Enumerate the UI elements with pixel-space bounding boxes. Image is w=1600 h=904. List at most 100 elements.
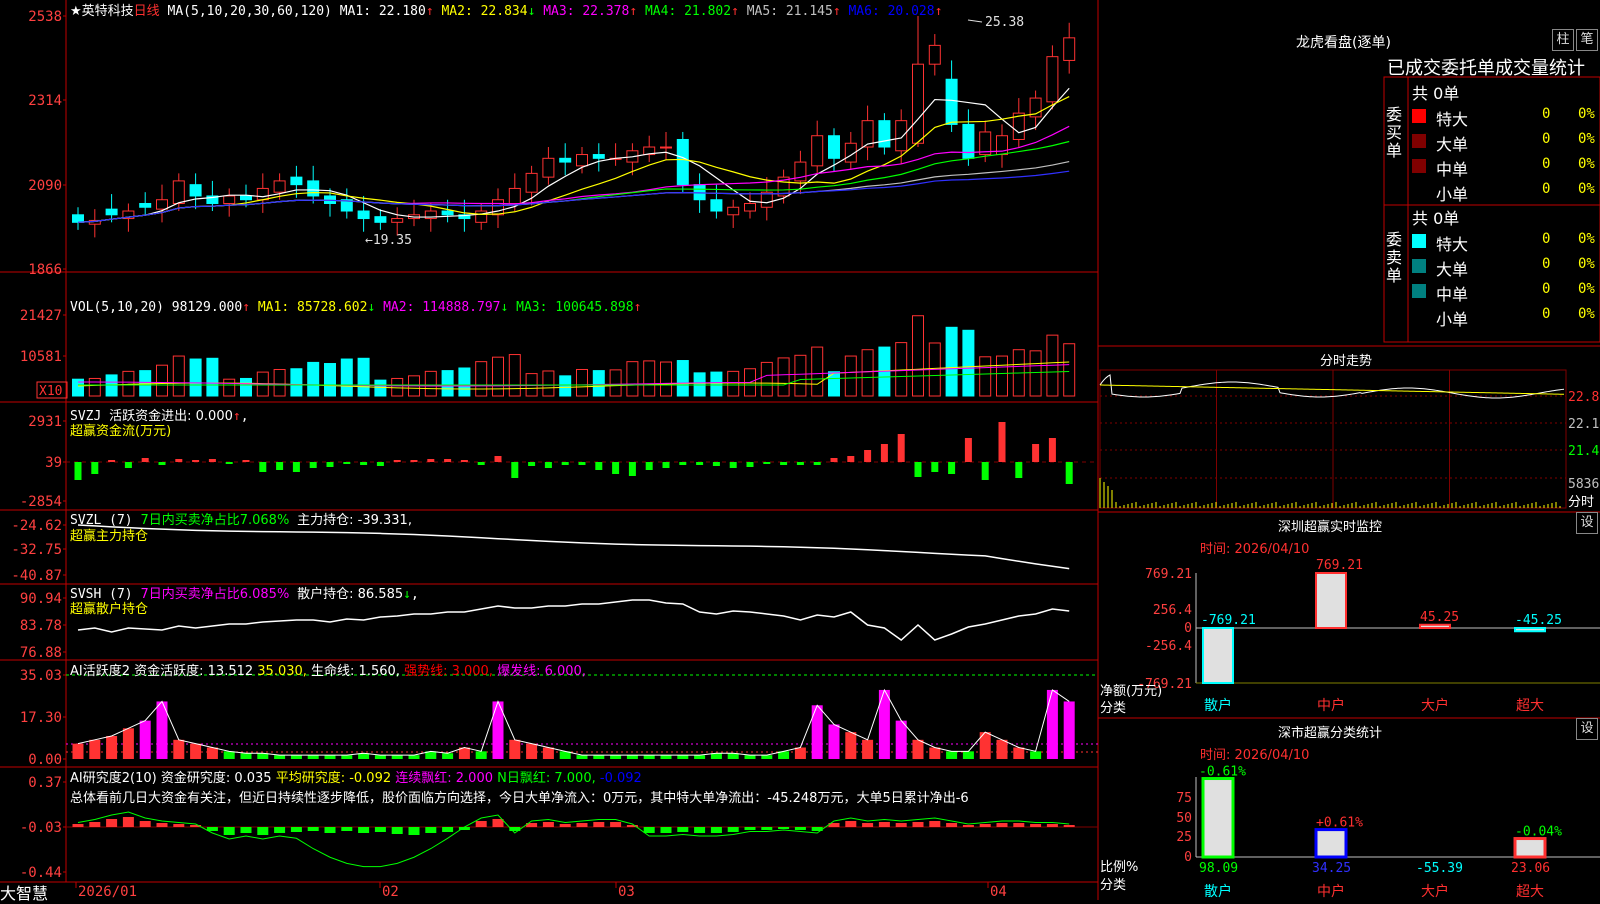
ai2-bar (996, 823, 1008, 827)
svzj-bar (108, 460, 116, 462)
ai2-bar (929, 821, 941, 827)
intraday-bottom-label: 分时 (1568, 495, 1594, 510)
ai1-value-2: 生命线: 1.560, (311, 664, 400, 679)
buy-count-2: 0 (1542, 156, 1551, 172)
sz-monitor-time: 时间: 2026/04/10 (1200, 542, 1310, 557)
sz-class-ytick-0: 75 (1176, 791, 1192, 806)
ma30-line (77, 140, 1070, 223)
svzj-bar (628, 462, 636, 476)
ai1-bar (526, 743, 538, 759)
ai2-line (77, 811, 1070, 868)
ai2-value-1: 平均研究度: -0.092 (275, 771, 392, 786)
svzj-bar (326, 462, 334, 467)
ai1-bar (1046, 689, 1058, 759)
volume-bar (794, 354, 807, 397)
ai2-ytick-0: 0.37 (28, 775, 62, 791)
sz-monitor-ytick-1: 256.4 (1153, 603, 1192, 618)
sz-monitor-bar-0 (1202, 627, 1234, 684)
candle-body (391, 218, 404, 223)
ai2-bar (878, 822, 890, 827)
ai2-bar (660, 827, 672, 833)
ai1-bar (240, 753, 252, 759)
ai1-bar (794, 747, 806, 759)
candle-body (508, 187, 521, 204)
ai2-bar (223, 827, 235, 835)
volume-bar (458, 367, 471, 397)
svzj-bar (410, 460, 418, 462)
main-ytick-3: 1866 (28, 262, 62, 278)
high-price-pointer (967, 19, 983, 23)
volume-bar (559, 375, 572, 397)
svzj-bar (964, 438, 972, 462)
intraday-ytick-0: 22.82 (1568, 390, 1600, 405)
sz-class-settings-button[interactable]: 设 (1576, 718, 1598, 740)
sz-class-ytick-2: 25 (1176, 830, 1192, 845)
main-ytick-1: 2314 (28, 93, 62, 109)
ai1-bar (845, 732, 857, 759)
svzj-bar (796, 462, 804, 465)
buy-pct-2: 0% (1578, 156, 1595, 172)
ai1-bar (576, 755, 588, 759)
sz-monitor-settings-button[interactable]: 设 (1576, 512, 1598, 534)
svzj-bar (595, 462, 603, 470)
buy-count-1: 0 (1542, 131, 1551, 147)
sz-class-value-1: 34.25 (1312, 861, 1351, 876)
vol-ytick-0: 21427 (20, 308, 62, 324)
ai2-bar (408, 827, 420, 835)
ai1-value-1: 35.030, (257, 664, 307, 679)
ai2-bar (492, 819, 504, 827)
sell-swatch-1 (1412, 259, 1426, 273)
sz-class-title: 深市超赢分类统计 (1278, 726, 1383, 741)
ai2-bar (593, 822, 605, 827)
svzj-bar (225, 462, 233, 464)
ai2-bar (106, 819, 118, 827)
main-ytick-2: 2090 (28, 178, 62, 194)
svzj-bar (74, 462, 82, 480)
volume-bar (172, 355, 185, 397)
ai1-title: AI活跃度2 (70, 664, 130, 679)
period-label[interactable]: 日线 (134, 4, 160, 19)
stock-name[interactable]: 英特科技 (82, 4, 134, 19)
ma-value-arrow-3: ↑ (731, 4, 739, 19)
ai1-bar (206, 747, 218, 759)
sz-class-value-0: 98.09 (1199, 861, 1238, 876)
ai1-bar (324, 755, 336, 759)
ai1-bar (862, 739, 874, 759)
svsh-ytick-0: 90.94 (20, 591, 62, 607)
sz-class-bar-1 (1314, 828, 1348, 859)
volume-bar (492, 356, 504, 397)
candle-body (542, 157, 555, 178)
column-view-button[interactable]: 柱 (1552, 29, 1574, 51)
volume-bar (441, 370, 454, 397)
ai1-legend: AI活跃度2 资金活跃度: 13.512 35.030, 生命线: 1.560,… (70, 660, 586, 679)
sz-monitor-ytick-0: 769.21 (1145, 567, 1192, 582)
buy-swatch-3 (1412, 184, 1426, 198)
sell-count-3: 0 (1542, 306, 1551, 322)
volume-bar (542, 370, 555, 397)
sell-swatch-2 (1412, 284, 1426, 298)
ai2-bar (89, 822, 101, 827)
volume-bar (996, 355, 1008, 397)
svzj-bar (746, 462, 754, 467)
svzj-bar (360, 462, 368, 465)
volume-bar (340, 358, 353, 397)
ai2-bar (324, 827, 336, 833)
tick-view-button[interactable]: 笔 (1576, 29, 1598, 51)
stock-chart-canvas[interactable]: 2538 2314 2090 1866 21427 10581 2931 39 -2854 -24… (0, 0, 1600, 900)
svsh-ytick-2: 76.88 (20, 645, 62, 661)
sz-monitor-value-1: 769.21 (1316, 558, 1363, 573)
candle-body (811, 135, 824, 167)
ai1-bar (828, 724, 840, 759)
buy-pct-3: 0% (1578, 181, 1595, 197)
ai2-bar (946, 823, 958, 827)
brand-logo: 大智慧 (0, 884, 49, 903)
volume-bar (357, 357, 370, 397)
high-price-note: 25.38 (985, 15, 1024, 30)
ai2-bar (274, 827, 286, 833)
ai1-bar (694, 755, 706, 759)
svzj-ytick-0: 2931 (28, 414, 62, 430)
ai2-summary: 总体看前几日大资金有关注，但近日持续性逐步降低，股价面临方向选择，今日大单净流入… (70, 791, 969, 806)
candle-body (172, 180, 185, 204)
volume-bar (592, 370, 605, 397)
ai1-bar (929, 747, 941, 759)
